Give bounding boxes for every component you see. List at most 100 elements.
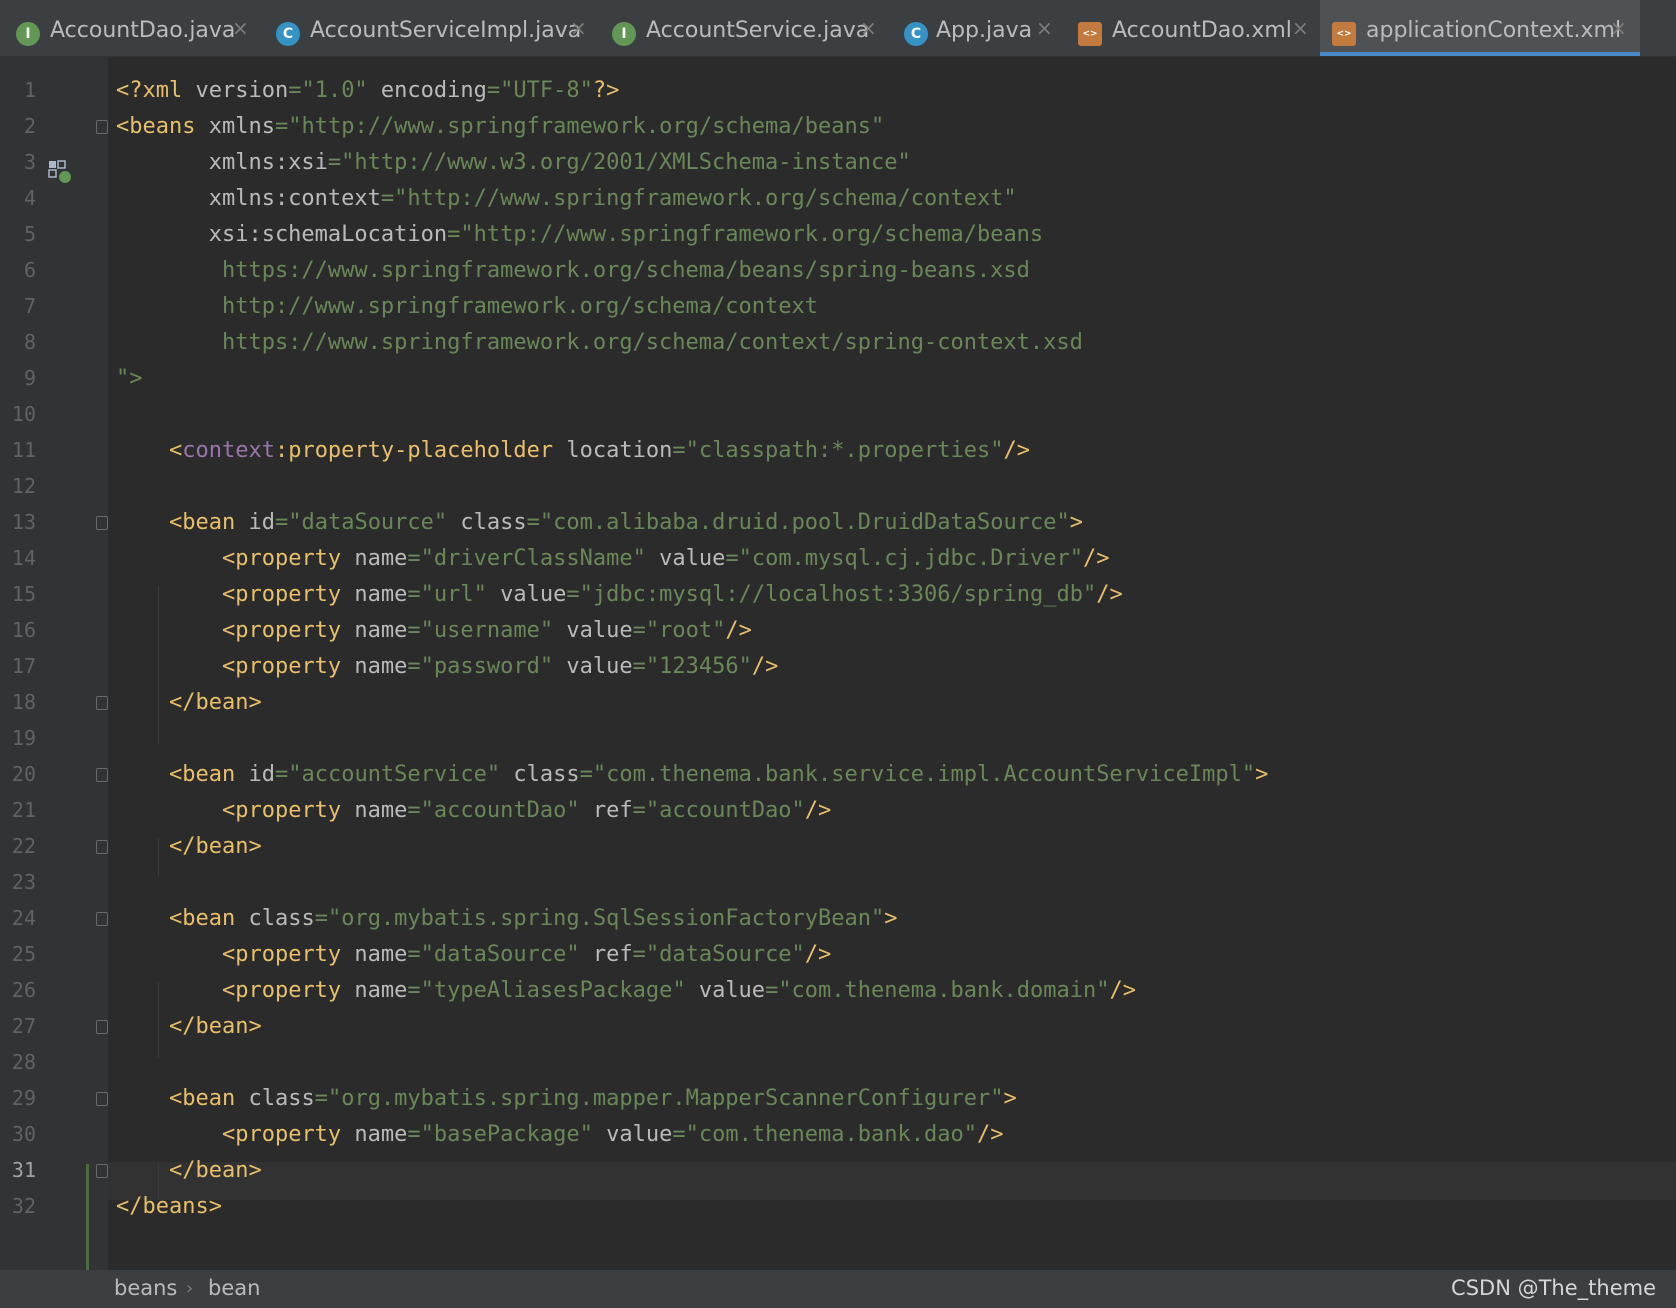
chevron-right-icon: › [186, 1278, 194, 1299]
code-line[interactable]: <beans xmlns="http://www.springframework… [116, 108, 884, 146]
line-number: 2 [23, 114, 36, 138]
tab-account-service-impl-java[interactable]: C AccountServiceImpl.java × [258, 0, 596, 56]
close-icon[interactable]: × [232, 16, 249, 40]
tab-account-dao-java[interactable]: I AccountDao.java × [0, 0, 258, 56]
watermark: CSDN @The_theme [1451, 1276, 1656, 1300]
line-number: 19 [11, 726, 36, 750]
close-icon[interactable]: × [1610, 16, 1627, 40]
tab-label: applicationContext.xml [1366, 18, 1622, 43]
close-icon[interactable]: × [570, 16, 587, 40]
code-line[interactable]: <property name="dataSource" ref="dataSou… [116, 936, 831, 974]
line-number: 24 [11, 906, 36, 930]
line-number: 11 [11, 438, 36, 462]
fold-marker-icon[interactable] [96, 912, 108, 926]
close-icon[interactable]: × [1036, 16, 1053, 40]
code-line[interactable]: <context:property-placeholder location="… [116, 432, 1030, 470]
line-number: 6 [23, 258, 36, 282]
code-line[interactable]: <bean id="accountService" class="com.the… [116, 756, 1268, 794]
code-line[interactable]: http://www.springframework.org/schema/co… [116, 288, 818, 326]
code-line[interactable]: <property name="basePackage" value="com.… [116, 1116, 1004, 1154]
line-number: 5 [23, 222, 36, 246]
tab-label: App.java [936, 18, 1033, 43]
fold-marker-icon[interactable] [96, 1020, 108, 1034]
fold-marker-icon[interactable] [96, 120, 108, 134]
line-number: 23 [11, 870, 36, 894]
tab-app-java[interactable]: C App.java × [888, 0, 1068, 56]
code-line[interactable]: "> [116, 360, 143, 398]
line-number: 8 [23, 330, 36, 354]
spring-bean-icon[interactable] [48, 160, 72, 184]
code-line[interactable]: </bean> [116, 828, 262, 866]
line-number: 21 [11, 798, 36, 822]
close-icon[interactable]: × [1292, 16, 1309, 40]
fold-marker-icon[interactable] [96, 1092, 108, 1106]
tab-label: AccountService.java [646, 18, 870, 43]
line-number: 25 [11, 942, 36, 966]
code-line[interactable]: xmlns:context="http://www.springframewor… [116, 180, 1017, 218]
tab-label: AccountDao.java [50, 18, 236, 43]
breadcrumb-item-bean[interactable]: bean [208, 1276, 260, 1300]
line-number: 32 [11, 1194, 36, 1218]
code-line[interactable]: xsi:schemaLocation="http://www.springfra… [116, 216, 1043, 254]
line-number: 29 [11, 1086, 36, 1110]
code-line[interactable]: xmlns:xsi="http://www.w3.org/2001/XMLSch… [116, 144, 911, 182]
code-line[interactable]: </bean> [116, 1152, 262, 1190]
interface-icon: I [612, 22, 636, 46]
code-line[interactable]: <?xml version="1.0" encoding="UTF-8"?> [116, 72, 619, 110]
code-line[interactable]: </bean> [116, 684, 262, 722]
class-icon: C [276, 22, 300, 46]
code-line[interactable]: <bean class="org.mybatis.spring.mapper.M… [116, 1080, 1017, 1118]
line-number: 7 [23, 294, 36, 318]
code-line[interactable]: <property name="accountDao" ref="account… [116, 792, 831, 830]
line-number: 4 [23, 186, 36, 210]
line-number: 22 [11, 834, 36, 858]
tab-account-dao-xml[interactable]: <> AccountDao.xml × [1068, 0, 1320, 56]
current-line-highlight [108, 1162, 1676, 1200]
line-number: 18 [11, 690, 36, 714]
code-line[interactable]: https://www.springframework.org/schema/c… [116, 324, 1083, 362]
tab-label: AccountServiceImpl.java [310, 18, 582, 43]
code-line[interactable]: https://www.springframework.org/schema/b… [116, 252, 1030, 290]
line-number: 17 [11, 654, 36, 678]
editor-tab-bar: I AccountDao.java × C AccountServiceImpl… [0, 0, 1676, 57]
code-line[interactable]: <property name="username" value="root"/> [116, 612, 752, 650]
xml-file-icon: <> [1332, 22, 1356, 46]
code-line[interactable]: <bean id="dataSource" class="com.alibaba… [116, 504, 1083, 542]
xml-file-icon: <> [1078, 22, 1102, 46]
fold-marker-icon[interactable] [96, 1164, 108, 1178]
line-number: 27 [11, 1014, 36, 1038]
code-line[interactable]: <property name="password" value="123456"… [116, 648, 778, 686]
class-icon: C [904, 22, 928, 46]
fold-marker-icon[interactable] [96, 516, 108, 530]
code-line[interactable]: </bean> [116, 1008, 262, 1046]
code-line[interactable]: <property name="driverClassName" value="… [116, 540, 1109, 578]
line-number: 15 [11, 582, 36, 606]
line-number: 3 [23, 150, 36, 174]
line-number: 20 [11, 762, 36, 786]
line-number: 26 [11, 978, 36, 1002]
fold-marker-icon[interactable] [96, 768, 108, 782]
code-editor[interactable]: <?xml version="1.0" encoding="UTF-8"?> <b… [108, 56, 1676, 1270]
line-number-gutter[interactable]: 1 2 3 4 5 6 7 8 9 10 11 12 13 14 15 16 17 18 19 20 21 22 23 24 2… [0, 56, 108, 1280]
line-number: 1 [23, 78, 36, 102]
breadcrumb: beans › bean CSDN @The_theme [0, 1270, 1676, 1308]
line-number: 28 [11, 1050, 36, 1074]
line-number: 14 [11, 546, 36, 570]
line-number: 9 [23, 366, 36, 390]
tab-account-service-java[interactable]: I AccountService.java × [596, 0, 888, 56]
interface-icon: I [16, 22, 40, 46]
code-line[interactable]: </beans> [116, 1188, 222, 1226]
line-number: 16 [11, 618, 36, 642]
fold-marker-icon[interactable] [96, 840, 108, 854]
line-number: 31 [11, 1158, 36, 1182]
line-number: 30 [11, 1122, 36, 1146]
line-number: 13 [11, 510, 36, 534]
tab-application-context-xml[interactable]: <> applicationContext.xml × [1320, 0, 1640, 56]
code-line[interactable]: <property name="url" value="jdbc:mysql:/… [116, 576, 1123, 614]
line-number: 10 [11, 402, 36, 426]
code-line[interactable]: <property name="typeAliasesPackage" valu… [116, 972, 1136, 1010]
close-icon[interactable]: × [860, 16, 877, 40]
code-line[interactable]: <bean class="org.mybatis.spring.SqlSessi… [116, 900, 898, 938]
fold-marker-icon[interactable] [96, 696, 108, 710]
breadcrumb-item-beans[interactable]: beans [114, 1276, 177, 1300]
